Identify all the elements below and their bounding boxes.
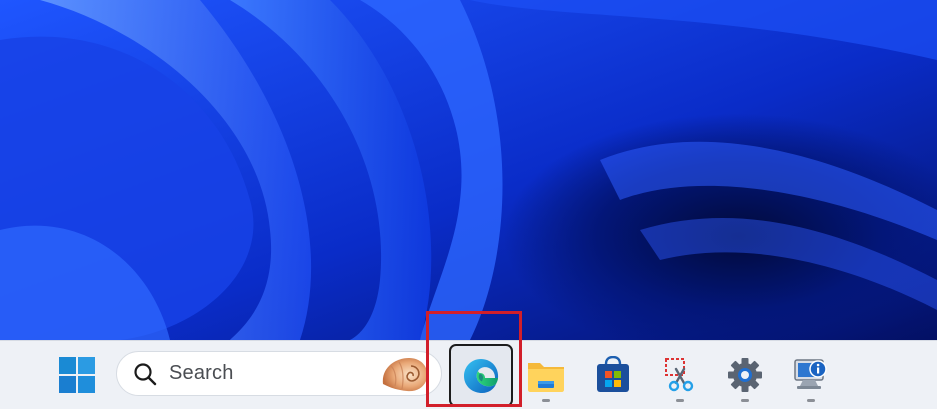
running-indicator [542,399,550,402]
desktop-screen: Search [0,0,937,409]
windows-logo-icon [59,357,95,393]
edge-icon [464,358,499,393]
magnifier-icon [134,362,157,385]
edge-taskbar-button[interactable] [449,344,513,407]
settings-taskbar-button[interactable] [721,351,769,402]
desktop-wallpaper [0,0,937,340]
microsoft-store-taskbar-button[interactable] [589,351,637,399]
running-indicator [676,399,684,402]
search-box[interactable]: Search [116,351,442,396]
start-button[interactable] [53,351,101,399]
running-indicator [741,399,749,402]
snipping-tool-taskbar-button[interactable] [656,351,704,402]
search-label: Search [169,362,234,384]
microsoft-store-icon [597,356,629,392]
system-information-taskbar-button[interactable] [787,351,835,402]
taskbar: Search [0,340,937,409]
settings-gear-icon [728,358,762,392]
file-explorer-taskbar-button[interactable] [522,351,570,402]
file-explorer-icon [528,363,564,392]
system-information-icon [794,359,827,389]
running-indicator [807,399,815,402]
nautilus-shell-icon [382,358,428,392]
snipping-tool-icon [665,358,694,392]
